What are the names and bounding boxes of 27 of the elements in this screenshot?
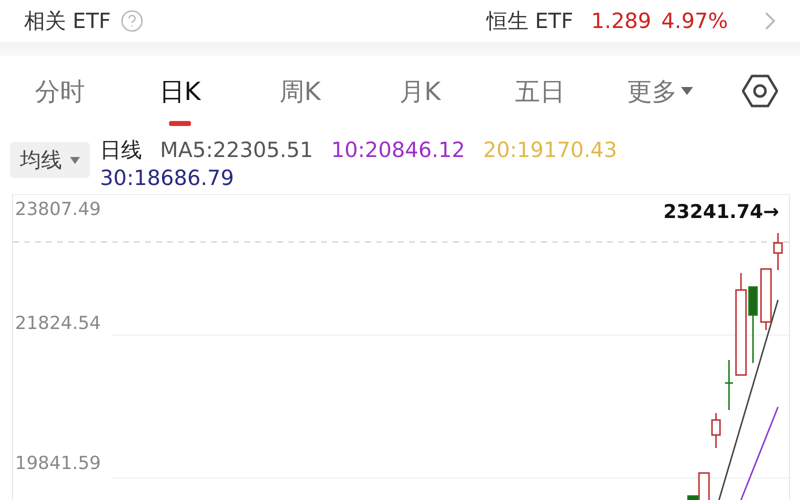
axis-label: 21824.54 xyxy=(15,313,101,334)
period-tab[interactable]: 月K xyxy=(360,56,480,126)
period-tab[interactable]: 日K xyxy=(120,56,240,126)
ma-value: 20:19170.43 xyxy=(483,137,618,164)
period-tab[interactable]: 周K xyxy=(240,56,360,126)
help-icon[interactable] xyxy=(120,10,143,32)
etf-name: 恒生 ETF xyxy=(486,8,574,35)
legend-title: 日线 xyxy=(100,137,142,164)
last-price-label: 23241.74→ xyxy=(663,201,779,223)
ma-value: 10:20846.12 xyxy=(331,137,466,164)
chevron-right-icon[interactable] xyxy=(764,11,776,31)
period-tab[interactable]: 分时 xyxy=(0,56,120,126)
more-dropdown[interactable]: 更多 xyxy=(600,56,720,126)
axis-label: 23807.49 xyxy=(15,199,101,220)
candlestick xyxy=(725,360,733,410)
caret-icon xyxy=(70,156,80,164)
period-tab[interactable]: 五日 xyxy=(480,56,600,126)
ma-selector[interactable]: 均线 xyxy=(10,142,90,178)
section-title: 相关 ETF xyxy=(24,8,111,35)
candlestick xyxy=(711,413,721,448)
caret-icon xyxy=(681,87,693,95)
ma-value: MA5:22305.51 xyxy=(160,137,314,164)
etf-price: 1.289 xyxy=(591,9,652,33)
axis-label: 19841.59 xyxy=(15,453,101,474)
etf-change: 4.97% xyxy=(661,9,728,33)
ma-value: 30:18686.79 xyxy=(100,165,234,192)
settings-icon[interactable] xyxy=(742,73,778,109)
